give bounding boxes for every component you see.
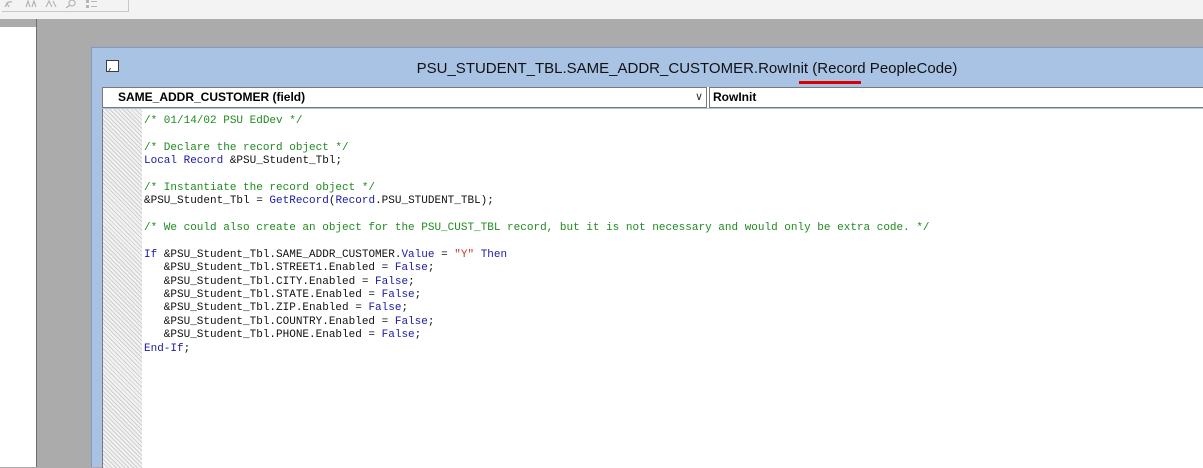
code-token: If xyxy=(144,248,164,261)
event-dropdown[interactable]: RowInit xyxy=(709,87,1203,108)
project-tree-panel[interactable] xyxy=(0,27,38,467)
code-line: /* 01/14/02 PSU EdDev */ xyxy=(144,115,930,128)
redo-icon[interactable] xyxy=(24,0,38,8)
window-titlebar[interactable]: PSU_STUDENT_TBL.SAME_ADDR_CUSTOMER.RowIn… xyxy=(92,48,1203,86)
code-token: False xyxy=(394,315,428,328)
code-token: &PSU_Student_Tbl.ZIP.Enabled = xyxy=(144,302,369,315)
code-line: &PSU_Student_Tbl.STREET1.Enabled = False… xyxy=(144,262,930,275)
code-text[interactable]: /* 01/14/02 PSU EdDev */ /* Declare the … xyxy=(144,115,930,356)
code-line: If &PSU_Student_Tbl.SAME_ADDR_CUSTOMER.V… xyxy=(144,249,930,262)
code-token: False xyxy=(375,275,409,288)
code-line: &PSU_Student_Tbl.STATE.Enabled = False; xyxy=(144,289,930,302)
code-token: False xyxy=(381,329,415,342)
chevron-down-icon[interactable]: ∨ xyxy=(695,88,703,107)
code-token: GetRecord xyxy=(269,195,329,208)
code-token: /* Declare the record object */ xyxy=(144,141,349,154)
code-token: Value xyxy=(401,248,435,261)
toolbar xyxy=(0,0,1203,20)
code-token: &PSU_Student_Tbl = xyxy=(144,195,270,208)
code-line: /* Declare the record object */ xyxy=(144,142,930,155)
code-line: End-If; xyxy=(144,343,930,356)
toolbar-icon-group xyxy=(2,0,129,12)
code-line: &PSU_Student_Tbl.COUNTRY.Enabled = False… xyxy=(144,316,930,329)
title-main: PSU_STUDENT_TBL.SAME_ADDR_CUSTOMER.RowIn… xyxy=(416,60,813,77)
code-token: False xyxy=(381,289,415,302)
code-token: Local Record xyxy=(144,155,230,168)
code-token: &PSU_Student_Tbl; xyxy=(229,155,343,168)
code-token: /* 01/14/02 PSU EdDev */ xyxy=(144,115,303,127)
code-line: Local Record &PSU_Student_Tbl; xyxy=(144,155,930,168)
code-token: ; xyxy=(414,329,422,342)
peoplecode-editor-window: PSU_STUDENT_TBL.SAME_ADDR_CUSTOMER.RowIn… xyxy=(91,47,1203,468)
code-token: /* We could also create an object for th… xyxy=(144,222,930,235)
left-panel-header xyxy=(0,19,40,27)
code-token: Then xyxy=(474,248,508,261)
code-token: ; xyxy=(401,302,409,315)
code-token: &PSU_Student_Tbl.STREET1.Enabled = xyxy=(144,262,395,275)
code-line: &PSU_Student_Tbl.PHONE.Enabled = False; xyxy=(144,329,930,342)
code-token: End-If xyxy=(144,342,184,355)
list-icon[interactable] xyxy=(84,0,98,8)
code-line: /* We could also create an object for th… xyxy=(144,222,930,235)
zoom-icon[interactable] xyxy=(64,0,78,9)
event-dropdown-value: RowInit xyxy=(713,90,757,104)
code-line: &PSU_Student_Tbl.CITY.Enabled = False; xyxy=(144,276,930,289)
field-dropdown[interactable]: SAME_ADDR_CUSTOMER (field) ∨ xyxy=(102,87,707,108)
code-token: &PSU_Student_Tbl.PHONE.Enabled = xyxy=(144,329,382,342)
code-token: False xyxy=(394,262,428,275)
code-line: /* Instantiate the record object */ xyxy=(144,182,930,195)
undo-icon[interactable] xyxy=(4,0,18,8)
code-token: = xyxy=(434,248,455,261)
code-editor[interactable]: /* 01/14/02 PSU EdDev */ /* Declare the … xyxy=(102,109,1203,468)
title-rest: PeopleCode) xyxy=(865,60,958,77)
code-token: .PSU_STUDENT_TBL); xyxy=(375,195,494,208)
selector-row: SAME_ADDR_CUSTOMER (field) ∨ RowInit xyxy=(102,87,1203,108)
code-token: ; xyxy=(427,315,435,328)
code-token: ; xyxy=(427,262,435,275)
code-token: ; xyxy=(408,275,415,288)
editor-gutter xyxy=(103,109,142,468)
code-token: False xyxy=(368,302,402,315)
code-token: &PSU_Student_Tbl.COUNTRY.Enabled = xyxy=(144,315,395,328)
code-token: &PSU_Student_Tbl.CITY.Enabled = xyxy=(144,275,376,288)
panel-splitter[interactable] xyxy=(36,19,65,467)
code-token: ; xyxy=(414,289,422,302)
field-dropdown-value: SAME_ADDR_CUSTOMER (field) xyxy=(118,90,306,104)
code-line: &PSU_Student_Tbl = GetRecord(Record.PSU_… xyxy=(144,195,930,208)
code-token: &PSU_Student_Tbl.SAME_ADDR_CUSTOMER. xyxy=(163,248,402,261)
code-token: &PSU_Student_Tbl.STATE.Enabled = xyxy=(144,289,382,302)
title-record: Record xyxy=(817,60,866,77)
code-token: Record xyxy=(335,195,376,208)
indent-icon[interactable] xyxy=(44,0,58,8)
code-line: &PSU_Student_Tbl.ZIP.Enabled = False; xyxy=(144,302,930,315)
code-token: /* Instantiate the record object */ xyxy=(144,181,376,194)
code-token: ; xyxy=(183,342,191,355)
window-title: PSU_STUDENT_TBL.SAME_ADDR_CUSTOMER.RowIn… xyxy=(92,60,1203,77)
red-underline-annotation xyxy=(799,81,861,84)
code-token: "Y" xyxy=(454,248,475,261)
